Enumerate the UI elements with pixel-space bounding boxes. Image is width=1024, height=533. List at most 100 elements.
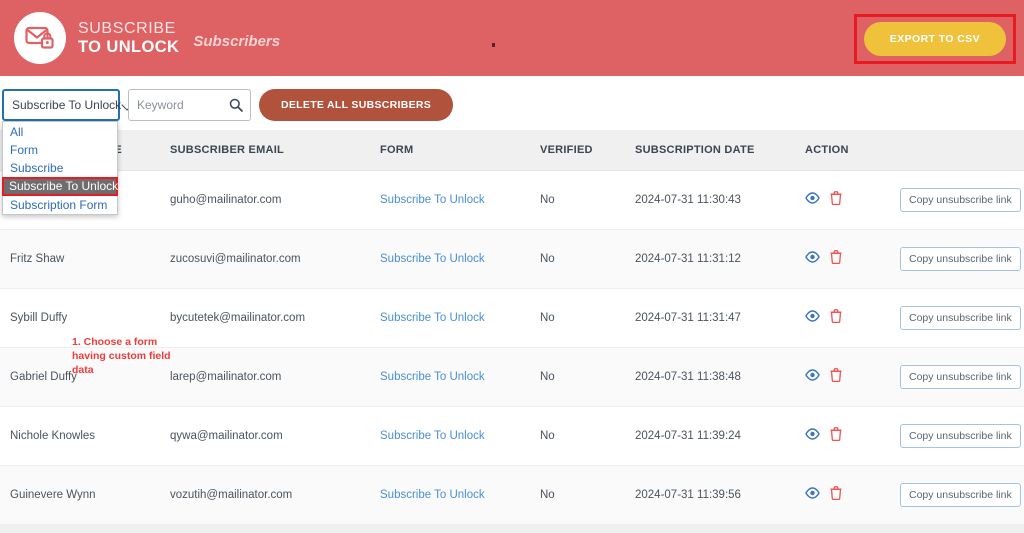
dropdown-option-all[interactable]: All [3, 123, 117, 141]
table-footer-row: SUBSCRIBER NAME SUBSCRIBER EMAIL FORM VE… [0, 523, 1024, 533]
cell-copy-link: Copy unsubscribe link [900, 170, 1024, 230]
export-to-csv-button[interactable]: EXPORT TO CSV [863, 22, 1006, 56]
col-header-date[interactable]: SUBSCRIPTION DATE [635, 130, 805, 171]
cell-form: Subscribe To Unlock [380, 347, 540, 407]
copy-unsubscribe-link-button[interactable]: Copy unsubscribe link [900, 305, 1021, 330]
col-header-link [900, 130, 1024, 171]
subscribers-table-area: 1. Choose a form having custom field dat… [0, 130, 1024, 533]
annotation-step-1: 1. Choose a form having custom field dat… [72, 336, 171, 377]
form-link[interactable]: Subscribe To Unlock [380, 194, 485, 206]
cell-copy-link: Copy unsubscribe link [900, 465, 1024, 525]
form-link[interactable]: Subscribe To Unlock [380, 430, 485, 442]
subscribers-table: SUBSCRIBER NAME SUBSCRIBER EMAIL FORM VE… [0, 130, 1024, 533]
copy-unsubscribe-link-button[interactable]: Copy unsubscribe link [900, 187, 1021, 212]
app-header: SUBSCRIBE TO UNLOCK Subscribers EXPORT T… [0, 0, 1024, 76]
trash-icon[interactable] [830, 309, 842, 326]
cell-form: Subscribe To Unlock [380, 229, 540, 289]
cell-copy-link: Copy unsubscribe link [900, 288, 1024, 348]
trash-icon[interactable] [830, 250, 842, 267]
cell-subscriber-email: bycutetek@mailinator.com [170, 288, 380, 348]
cell-subscription-date: 2024-07-31 11:30:43 [635, 170, 805, 230]
cell-subscriber-email: vozutih@mailinator.com [170, 465, 380, 525]
col-header-action: ACTION [805, 130, 900, 171]
table-row: Jamal Solisguho@mailinator.comSubscribe … [0, 170, 1024, 230]
brand-logo: SUBSCRIBE TO UNLOCK [14, 12, 179, 64]
cell-form: Subscribe To Unlock [380, 288, 540, 348]
cell-subscriber-name: Fritz Shaw [0, 229, 170, 289]
eye-icon[interactable] [805, 369, 820, 384]
col-header-email[interactable]: SUBSCRIBER EMAIL [170, 130, 380, 171]
col-footer-name[interactable]: SUBSCRIBER NAME [0, 523, 170, 533]
cell-verified: No [540, 288, 635, 348]
copy-unsubscribe-link-button[interactable]: Copy unsubscribe link [900, 364, 1021, 389]
dropdown-option-subscribe[interactable]: Subscribe [3, 159, 117, 177]
cell-form: Subscribe To Unlock [380, 465, 540, 525]
cell-subscriber-name: Guinevere Wynn [0, 465, 170, 525]
dropdown-option-subscription-form[interactable]: Subscription Form [3, 196, 117, 214]
brand-wordmark: SUBSCRIBE TO UNLOCK [78, 19, 180, 56]
cell-verified: No [540, 347, 635, 407]
cell-subscriber-email: qywa@mailinator.com [170, 406, 380, 466]
brand-line-1: SUBSCRIBE [78, 19, 176, 37]
cell-action [805, 465, 900, 525]
col-footer-email[interactable]: SUBSCRIBER EMAIL [170, 523, 380, 533]
trash-icon[interactable] [830, 191, 842, 208]
col-footer-form[interactable]: FORM [380, 523, 540, 533]
table-header: SUBSCRIBER NAME SUBSCRIBER EMAIL FORM VE… [0, 130, 1024, 171]
cell-subscriber-email: larep@mailinator.com [170, 347, 380, 407]
cell-subscription-date: 2024-07-31 11:31:12 [635, 229, 805, 289]
cell-form: Subscribe To Unlock [380, 406, 540, 466]
cell-verified: No [540, 170, 635, 230]
trash-icon[interactable] [830, 427, 842, 444]
cell-action [805, 406, 900, 466]
copy-unsubscribe-link-button[interactable]: Copy unsubscribe link [900, 246, 1021, 271]
cell-subscriber-email: guho@mailinator.com [170, 170, 380, 230]
form-link[interactable]: Subscribe To Unlock [380, 371, 485, 383]
cell-copy-link: Copy unsubscribe link [900, 229, 1024, 289]
copy-unsubscribe-link-button[interactable]: Copy unsubscribe link [900, 482, 1021, 507]
cell-subscriber-name: Nichole Knowles [0, 406, 170, 466]
cell-verified: No [540, 406, 635, 466]
col-header-verified[interactable]: VERIFIED [540, 130, 635, 171]
cell-action [805, 288, 900, 348]
col-footer-date[interactable]: SUBSCRIBED DATE [635, 523, 805, 533]
cell-subscription-date: 2024-07-31 11:31:47 [635, 288, 805, 348]
eye-icon[interactable] [805, 192, 820, 207]
cell-action [805, 229, 900, 289]
form-filter-value: Subscribe To Unlock [12, 98, 122, 112]
keyword-search-field[interactable] [128, 89, 251, 121]
form-filter-select[interactable]: Subscribe To Unlock [2, 89, 122, 121]
cell-subscriber-email: zucosuvi@mailinator.com [170, 229, 380, 289]
table-header-row: SUBSCRIBER NAME SUBSCRIBER EMAIL FORM VE… [0, 130, 1024, 171]
dropdown-option-form[interactable]: Form [3, 141, 117, 159]
copy-unsubscribe-link-button[interactable]: Copy unsubscribe link [900, 423, 1021, 448]
form-link[interactable]: Subscribe To Unlock [380, 489, 485, 501]
filter-toolbar: Subscribe To Unlock DELETE ALL SUBSCRIBE… [2, 89, 454, 121]
cell-verified: No [540, 465, 635, 525]
table-row: Nichole Knowles qywa@mailinator.com Subscr… [0, 406, 1024, 466]
table-row: Guinevere Wynn vozutih@mailinator.com Subs… [0, 465, 1024, 525]
eye-icon[interactable] [805, 487, 820, 502]
col-footer-verified[interactable]: VERIFIED [540, 523, 635, 533]
brand-line-2: TO UNLOCK [78, 37, 180, 56]
search-icon[interactable] [229, 98, 243, 112]
cell-action [805, 347, 900, 407]
toolbar-area: Subscribe To Unlock DELETE ALL SUBSCRIBE… [0, 76, 1024, 221]
cell-subscription-date: 2024-07-31 11:39:56 [635, 465, 805, 525]
col-header-form[interactable]: FORM [380, 130, 540, 171]
eye-icon[interactable] [805, 251, 820, 266]
trash-icon[interactable] [830, 486, 842, 503]
eye-icon[interactable] [805, 310, 820, 325]
table-row: Fritz Shaw zucosuvi@mailinator.com Subscri… [0, 229, 1024, 289]
eye-icon[interactable] [805, 428, 820, 443]
cell-copy-link: Copy unsubscribe link [900, 406, 1024, 466]
form-link[interactable]: Subscribe To Unlock [380, 253, 485, 265]
trash-icon[interactable] [830, 368, 842, 385]
export-annotation-box: EXPORT TO CSV [853, 14, 1016, 64]
table-footer: SUBSCRIBER NAME SUBSCRIBER EMAIL FORM VE… [0, 523, 1024, 533]
cell-copy-link: Copy unsubscribe link [900, 347, 1024, 407]
form-link[interactable]: Subscribe To Unlock [380, 312, 485, 324]
delete-all-subscribers-button[interactable]: DELETE ALL SUBSCRIBERS [259, 89, 454, 121]
form-filter-dropdown-list[interactable]: All Form Subscribe Subscribe To Unlock S… [2, 121, 118, 215]
dropdown-option-subscribe-to-unlock[interactable]: Subscribe To Unlock [2, 177, 118, 196]
